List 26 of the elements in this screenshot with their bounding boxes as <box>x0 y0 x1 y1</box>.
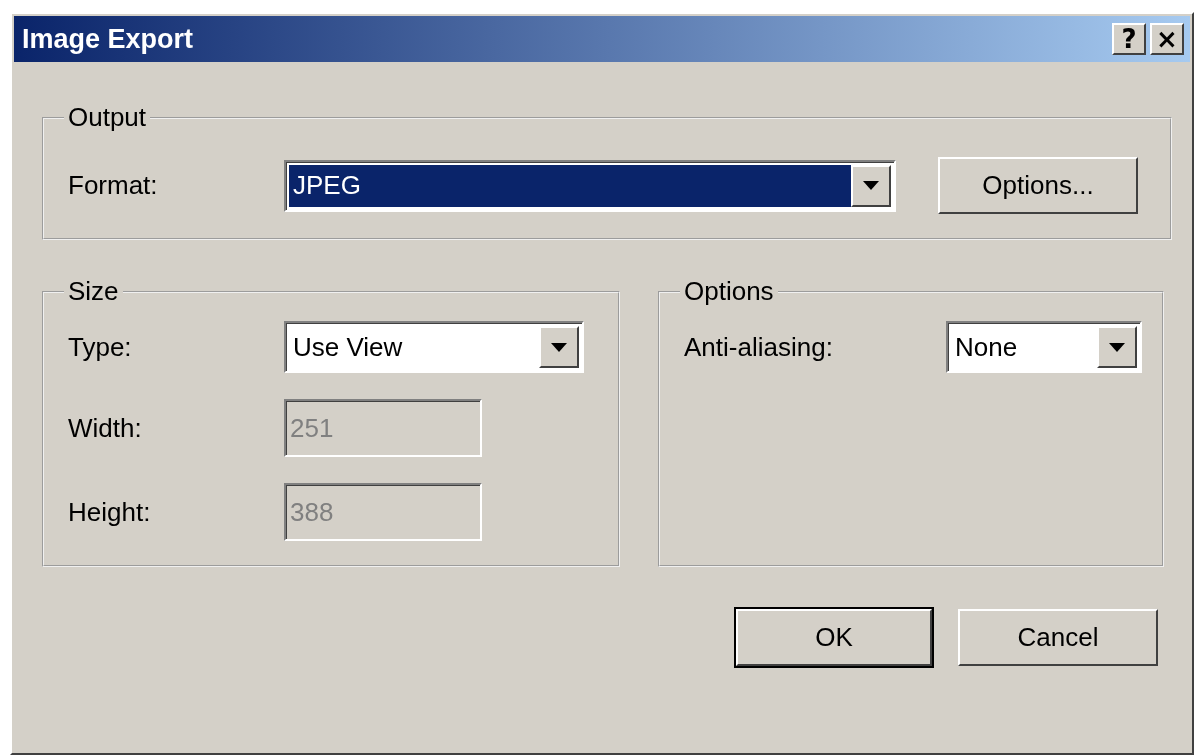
dropdown-button[interactable] <box>1097 326 1137 368</box>
group-title: Output <box>67 102 148 133</box>
options-button[interactable]: Options... <box>938 157 1138 214</box>
dropdown-arrow-icon <box>551 342 567 352</box>
field-label: Format: <box>68 170 159 201</box>
dropdown-value: Use View <box>292 330 404 364</box>
window-title: Image Export <box>22 23 194 55</box>
help-button[interactable]: ? <box>1112 23 1146 55</box>
dropdown-button[interactable] <box>851 164 891 207</box>
field-label: Height: <box>68 496 152 528</box>
field-label: Width: <box>68 412 143 444</box>
ok-button[interactable]: OK <box>736 609 932 666</box>
dropdown-arrow-icon <box>1109 342 1125 352</box>
field-label: Anti-aliasing: <box>684 331 834 363</box>
dropdown-value: JPEG <box>289 164 851 207</box>
dropdown-value: None <box>954 330 1019 364</box>
dropdown-button[interactable] <box>539 326 579 368</box>
group-title: Size <box>67 276 120 307</box>
dropdown-field[interactable]: JPEG <box>284 159 896 212</box>
dropdown-field[interactable]: None <box>946 321 1142 373</box>
cancel-button[interactable]: Cancel <box>958 609 1158 666</box>
dropdown-field[interactable]: Use View <box>284 321 584 373</box>
field-label: Type: <box>68 331 133 363</box>
group-title: Options <box>683 276 775 307</box>
close-button[interactable]: × <box>1150 23 1184 55</box>
dropdown-arrow-icon <box>863 181 879 190</box>
